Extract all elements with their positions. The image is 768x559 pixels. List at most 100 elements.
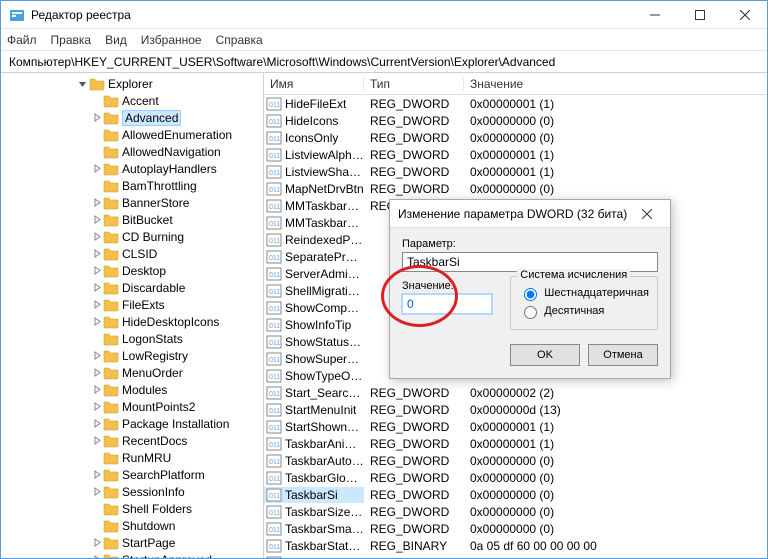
tree-row[interactable]: StartupApproved xyxy=(1,551,263,558)
column-name[interactable]: Имя xyxy=(264,77,364,91)
tree-row[interactable]: MenuOrder xyxy=(1,364,263,381)
tree-row[interactable]: HideDesktopIcons xyxy=(1,313,263,330)
menu-file[interactable]: Файл xyxy=(7,33,37,47)
tree-label: StartupApproved xyxy=(122,553,212,559)
tree-pane[interactable]: ExplorerAccentAdvanced AllowedEnumeration… xyxy=(1,73,264,558)
list-row[interactable]: 011Start_SearchFilesREG_DWORD0x00000002 … xyxy=(264,384,767,401)
tree-label: AllowedEnumeration xyxy=(122,128,232,142)
chevron-right-icon[interactable] xyxy=(89,313,103,330)
value-type: REG_DWORD xyxy=(364,488,464,502)
minimize-button[interactable] xyxy=(632,1,677,28)
value-name: MMTaskbarEnab... xyxy=(285,199,364,213)
list-row[interactable]: 011TaskbarAutoHid...REG_DWORD0x00000000 … xyxy=(264,452,767,469)
tree-row[interactable]: RunMRU xyxy=(1,449,263,466)
list-row[interactable]: 011ListviewShadowREG_DWORD0x00000001 (1) xyxy=(264,163,767,180)
value-input[interactable] xyxy=(402,294,492,314)
tree-row[interactable]: Desktop xyxy=(1,262,263,279)
tree-row[interactable]: Accent xyxy=(1,92,263,109)
tree-row[interactable]: SearchPlatform xyxy=(1,466,263,483)
tree-row[interactable]: AllowedEnumeration xyxy=(1,126,263,143)
chevron-right-icon[interactable] xyxy=(89,381,103,398)
dialog-close-button[interactable] xyxy=(632,200,662,227)
tree-row[interactable]: LowRegistry xyxy=(1,347,263,364)
chevron-right-icon[interactable] xyxy=(89,245,103,262)
column-data[interactable]: Значение xyxy=(464,77,767,91)
chevron-right-icon[interactable] xyxy=(89,466,103,483)
chevron-right-icon[interactable] xyxy=(89,551,103,558)
tree-row[interactable]: Advanced xyxy=(1,109,263,126)
chevron-right-icon xyxy=(89,500,103,517)
menu-help[interactable]: Справка xyxy=(216,33,263,47)
list-row[interactable]: 011IconsOnlyREG_DWORD0x00000000 (0) xyxy=(264,129,767,146)
ok-button[interactable]: OK xyxy=(510,344,580,366)
chevron-right-icon[interactable] xyxy=(89,228,103,245)
cancel-button[interactable]: Отмена xyxy=(588,344,658,366)
list-row[interactable]: 011TaskbarStateLast...REG_BINARY0a 05 df… xyxy=(264,537,767,554)
tree-label: HideDesktopIcons xyxy=(122,315,219,329)
list-row[interactable]: 011WebViewREG_DWORD0x00000001 (1) xyxy=(264,554,767,558)
chevron-right-icon[interactable] xyxy=(89,109,103,126)
app-icon xyxy=(9,7,25,23)
chevron-right-icon[interactable] xyxy=(89,347,103,364)
column-type[interactable]: Тип xyxy=(364,77,464,91)
close-button[interactable] xyxy=(722,1,767,28)
chevron-right-icon[interactable] xyxy=(89,279,103,296)
chevron-right-icon[interactable] xyxy=(89,262,103,279)
chevron-right-icon[interactable] xyxy=(89,534,103,551)
tree-row[interactable]: BamThrottling xyxy=(1,177,263,194)
value-icon: 011 xyxy=(266,283,282,299)
chevron-right-icon[interactable] xyxy=(89,364,103,381)
tree-row[interactable]: Shutdown xyxy=(1,517,263,534)
value-name: TaskbarAutoHid... xyxy=(285,454,364,468)
chevron-right-icon[interactable] xyxy=(89,415,103,432)
tree-row-root[interactable]: Explorer xyxy=(1,75,263,92)
tree-row[interactable]: AllowedNavigation xyxy=(1,143,263,160)
chevron-right-icon[interactable] xyxy=(89,398,103,415)
tree-row[interactable]: Package Installation xyxy=(1,415,263,432)
chevron-down-icon[interactable] xyxy=(75,75,89,92)
chevron-right-icon[interactable] xyxy=(89,432,103,449)
tree-row[interactable]: Discardable xyxy=(1,279,263,296)
list-row[interactable]: 011TaskbarGlomLevelREG_DWORD0x00000000 (… xyxy=(264,469,767,486)
tree-row[interactable]: LogonStats xyxy=(1,330,263,347)
tree-row[interactable]: MountPoints2 xyxy=(1,398,263,415)
list-row[interactable]: 011TaskbarSmallIconsREG_DWORD0x00000000 … xyxy=(264,520,767,537)
maximize-button[interactable] xyxy=(677,1,722,28)
radio-hex[interactable]: Шестнадцатеричная xyxy=(519,285,649,301)
tree-row[interactable]: StartPage xyxy=(1,534,263,551)
chevron-right-icon[interactable] xyxy=(89,211,103,228)
tree-row[interactable]: BitBucket xyxy=(1,211,263,228)
list-row[interactable]: 011TaskbarSizeMoveREG_DWORD0x00000000 (0… xyxy=(264,503,767,520)
list-row[interactable]: 011StartMenuInitREG_DWORD0x0000000d (13) xyxy=(264,401,767,418)
tree-label: MountPoints2 xyxy=(122,400,195,414)
folder-icon xyxy=(103,246,119,262)
chevron-right-icon[interactable] xyxy=(89,296,103,313)
tree-row[interactable]: BannerStore xyxy=(1,194,263,211)
list-row[interactable]: 011TaskbarAnimati...REG_DWORD0x00000001 … xyxy=(264,435,767,452)
value-data: 0x00000001 (1) xyxy=(464,420,767,434)
tree-row[interactable]: AutoplayHandlers xyxy=(1,160,263,177)
tree-row[interactable]: SessionInfo xyxy=(1,483,263,500)
address-bar[interactable]: Компьютер\HKEY_CURRENT_USER\Software\Mic… xyxy=(1,51,767,73)
menu-view[interactable]: Вид xyxy=(105,33,127,47)
tree-row[interactable]: RecentDocs xyxy=(1,432,263,449)
list-row[interactable]: 011ListviewAlphaSe...REG_DWORD0x00000001… xyxy=(264,146,767,163)
list-row[interactable]: 011HideIconsREG_DWORD0x00000000 (0) xyxy=(264,112,767,129)
svg-text:011: 011 xyxy=(269,527,280,534)
tree-row[interactable]: Shell Folders xyxy=(1,500,263,517)
list-row[interactable]: 011HideFileExtREG_DWORD0x00000001 (1) xyxy=(264,95,767,112)
tree-row[interactable]: Modules xyxy=(1,381,263,398)
menu-favorites[interactable]: Избранное xyxy=(141,33,202,47)
tree-row[interactable]: FileExts xyxy=(1,296,263,313)
chevron-right-icon[interactable] xyxy=(89,194,103,211)
chevron-right-icon[interactable] xyxy=(89,483,103,500)
list-row[interactable]: 011MapNetDrvBtnREG_DWORD0x00000000 (0) xyxy=(264,180,767,197)
tree-row[interactable]: CLSID xyxy=(1,245,263,262)
list-row[interactable]: 011TaskbarSiREG_DWORD0x00000000 (0) xyxy=(264,486,767,503)
list-row[interactable]: 011StartShownOnU...REG_DWORD0x00000001 (… xyxy=(264,418,767,435)
radio-dec[interactable]: Десятичная xyxy=(519,303,649,319)
value-name: StartShownOnU... xyxy=(285,420,364,434)
tree-row[interactable]: CD Burning xyxy=(1,228,263,245)
chevron-right-icon[interactable] xyxy=(89,160,103,177)
menu-edit[interactable]: Правка xyxy=(51,33,92,47)
